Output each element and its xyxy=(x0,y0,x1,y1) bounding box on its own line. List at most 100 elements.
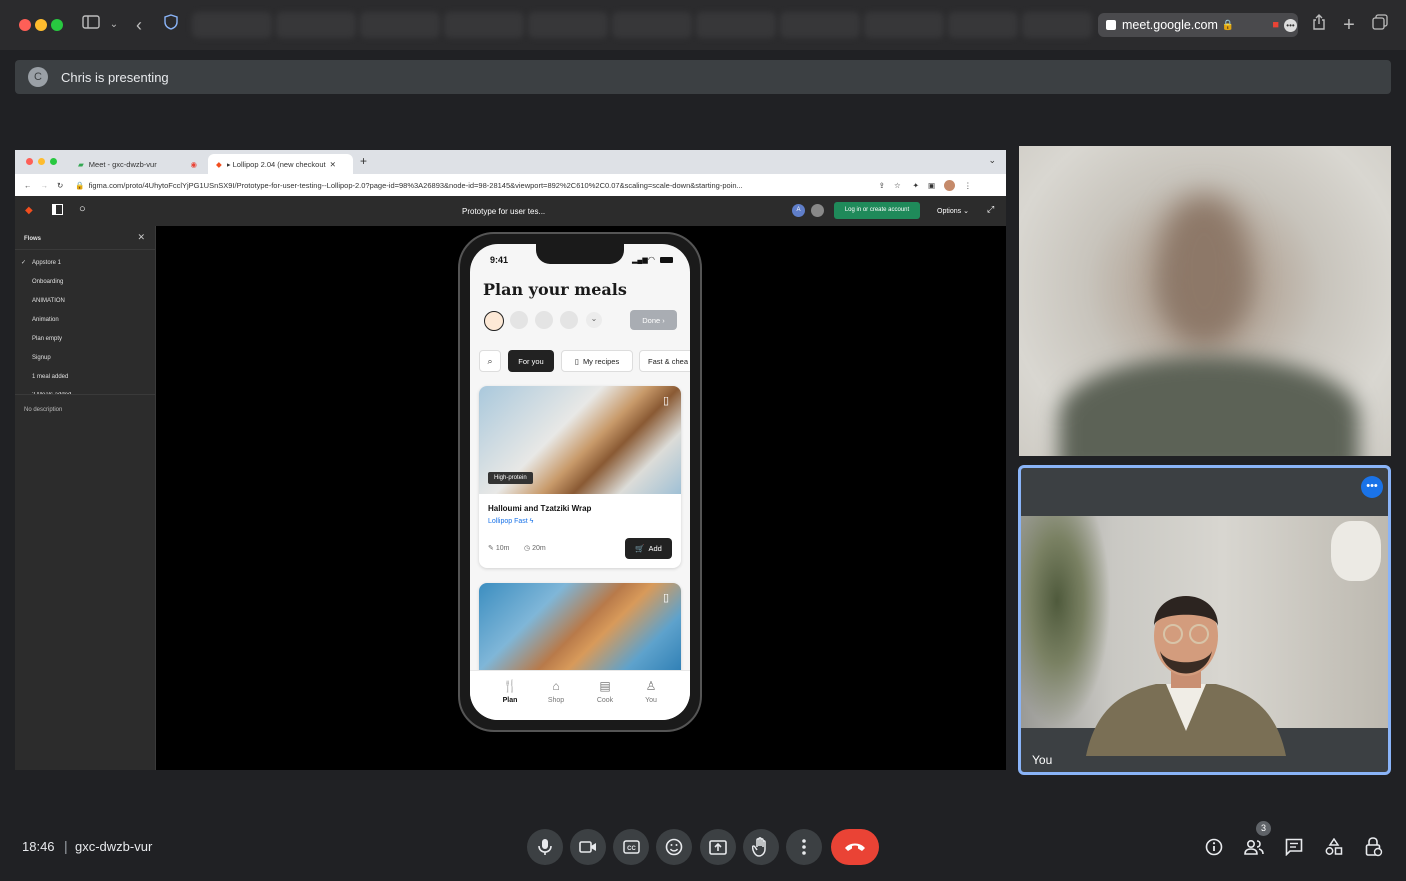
blurred-tab[interactable] xyxy=(276,12,356,38)
reactions-button[interactable] xyxy=(656,829,692,865)
recipe-card[interactable]: ▯ High-protein Halloumi and Tzatziki Wra… xyxy=(479,386,681,568)
expand-icon[interactable]: ⤢ xyxy=(987,204,994,215)
extensions-icon[interactable]: ✦ xyxy=(913,181,919,190)
shared-tab-figma[interactable]: ◆ ▸ Lollipop 2.04 (new checkout ✕ xyxy=(208,154,353,174)
login-button[interactable]: Log in or create account xyxy=(834,202,920,219)
present-button[interactable] xyxy=(700,829,736,865)
sidebar-toggle-icon[interactable] xyxy=(80,14,102,36)
filter-label: My recipes xyxy=(582,356,620,366)
hand-icon xyxy=(752,837,766,857)
flow-item[interactable]: 1 meal added xyxy=(15,374,156,380)
avatar-chip[interactable] xyxy=(560,311,578,329)
blurred-tab[interactable] xyxy=(360,12,440,38)
reload-icon[interactable]: ↻ xyxy=(57,181,63,190)
tab-overview-icon[interactable] xyxy=(1369,14,1391,36)
flow-item[interactable]: Appstore 1 xyxy=(15,260,156,266)
people-button[interactable] xyxy=(1241,834,1267,860)
meeting-code: gxc-dwzb-vur xyxy=(75,839,153,854)
forward-icon[interactable]: → xyxy=(41,181,49,190)
meeting-details-button[interactable] xyxy=(1201,834,1227,860)
shared-chrome-tabbar: ▰ Meet - gxc-dwzb-vur ◉ ◆ ▸ Lollipop 2.0… xyxy=(15,150,1006,174)
blurred-tab[interactable] xyxy=(780,12,860,38)
menu-icon[interactable]: ⋮ xyxy=(964,181,972,190)
captions-button[interactable]: CC xyxy=(613,829,649,865)
add-button[interactable]: 🛒 Add xyxy=(625,538,672,559)
share-icon[interactable] xyxy=(1308,14,1330,36)
star-icon[interactable]: ☆ xyxy=(894,181,901,190)
cook-time: ◷ 20m xyxy=(524,545,546,552)
new-tab-icon[interactable]: + xyxy=(360,154,367,168)
done-button[interactable]: Done › xyxy=(630,310,677,330)
filter-my-recipes[interactable]: ▯ My recipes xyxy=(561,350,633,372)
avatar-chip[interactable] xyxy=(484,311,504,331)
participant-tile-self[interactable]: ••• You xyxy=(1018,465,1391,775)
sidebar-toggle-icon[interactable] xyxy=(52,204,63,215)
raise-hand-button[interactable] xyxy=(743,829,779,865)
shared-chrome-urlbar: ← → ↻ 🔒 figma.com/proto/4UhytoFcclYjPG1U… xyxy=(15,174,1006,196)
more-icon[interactable]: ••• xyxy=(1284,18,1297,32)
flow-item[interactable]: ANIMATION xyxy=(15,298,156,304)
tab-label: You xyxy=(645,697,657,704)
filter-fast-cheap[interactable]: Fast & chea xyxy=(639,350,690,372)
flow-item[interactable]: Onboarding xyxy=(15,279,156,285)
chevron-down-icon[interactable]: ⌄ xyxy=(988,155,996,166)
host-controls-button[interactable] xyxy=(1361,834,1387,860)
shield-icon[interactable] xyxy=(160,14,182,36)
minimize-window-button[interactable] xyxy=(35,19,47,31)
share-icon[interactable]: ⇪ xyxy=(879,181,885,190)
chevron-down-icon[interactable]: ⌄ xyxy=(586,312,602,328)
new-tab-icon[interactable]: + xyxy=(1338,14,1360,36)
camera-button[interactable] xyxy=(570,829,606,865)
shared-url[interactable]: figma.com/proto/4UhytoFcclYjPG1USnSX9I/P… xyxy=(89,181,869,190)
phone-screen: 9:41 ▂▄▆ ◠ Plan your meals ⌄ Done › ⌕ Fo… xyxy=(470,244,690,720)
search-button[interactable]: ⌕ xyxy=(479,350,501,372)
people-icon xyxy=(1244,839,1264,855)
blurred-tab[interactable] xyxy=(444,12,524,38)
camera-active-icon[interactable]: ■ xyxy=(1272,19,1279,31)
blurred-tab[interactable] xyxy=(864,12,944,38)
shared-tab-meet[interactable]: ▰ Meet - gxc-dwzb-vur ◉ xyxy=(70,154,205,174)
bookmark-icon[interactable]: ▯ xyxy=(663,394,669,407)
recipe-card[interactable]: ▯ xyxy=(479,583,681,683)
profile-avatar[interactable] xyxy=(944,179,956,191)
figma-logo-icon[interactable]: ◆ xyxy=(25,205,33,216)
tab-you[interactable]: ♙ You xyxy=(631,679,671,704)
blurred-tab[interactable] xyxy=(612,12,692,38)
flow-item[interactable]: Animation xyxy=(15,317,156,323)
avatar-chip[interactable] xyxy=(510,311,528,329)
close-icon[interactable]: ✕ xyxy=(137,232,145,243)
microphone-button[interactable] xyxy=(527,829,563,865)
sidepanel-icon[interactable]: ▣ xyxy=(928,181,935,190)
flow-item[interactable]: Plan empty xyxy=(15,336,156,342)
filter-for-you[interactable]: For you xyxy=(508,350,554,372)
chevron-down-icon[interactable]: ⌄ xyxy=(103,14,125,36)
blurred-tab[interactable] xyxy=(696,12,776,38)
avatar-chip[interactable] xyxy=(535,311,553,329)
maximize-dot xyxy=(50,158,57,165)
comment-icon[interactable]: ○ xyxy=(79,203,86,215)
participant-tile-presenter[interactable] xyxy=(1019,146,1391,456)
more-options-icon[interactable]: ••• xyxy=(1361,476,1383,498)
blurred-tab[interactable] xyxy=(948,12,1018,38)
address-bar[interactable]: meet.google.com 🔒 ■ ••• xyxy=(1098,13,1298,37)
blurred-tab[interactable] xyxy=(1022,12,1092,38)
options-button[interactable]: Options ⌄ xyxy=(937,207,969,215)
activities-button[interactable] xyxy=(1321,834,1347,860)
leave-call-button[interactable] xyxy=(831,829,879,865)
blurred-tab[interactable] xyxy=(528,12,608,38)
tab-shop[interactable]: ⌂ Shop xyxy=(536,679,576,704)
blurred-tab[interactable] xyxy=(192,12,272,38)
close-window-button[interactable] xyxy=(19,19,31,31)
back-icon[interactable]: ← xyxy=(24,181,32,190)
lock-person-icon xyxy=(1365,837,1383,857)
chat-button[interactable] xyxy=(1281,834,1307,860)
bookmark-icon[interactable]: ▯ xyxy=(663,591,669,604)
flow-item[interactable]: Signup xyxy=(15,355,156,361)
tab-plan[interactable]: 🍴 Plan xyxy=(490,679,530,704)
close-tab-icon[interactable]: ✕ xyxy=(330,160,336,169)
fork-knife-icon: 🍴 xyxy=(502,679,518,693)
back-icon[interactable]: ‹ xyxy=(128,14,150,36)
maximize-window-button[interactable] xyxy=(51,19,63,31)
tab-cook[interactable]: ▤ Cook xyxy=(585,679,625,704)
more-options-button[interactable] xyxy=(786,829,822,865)
